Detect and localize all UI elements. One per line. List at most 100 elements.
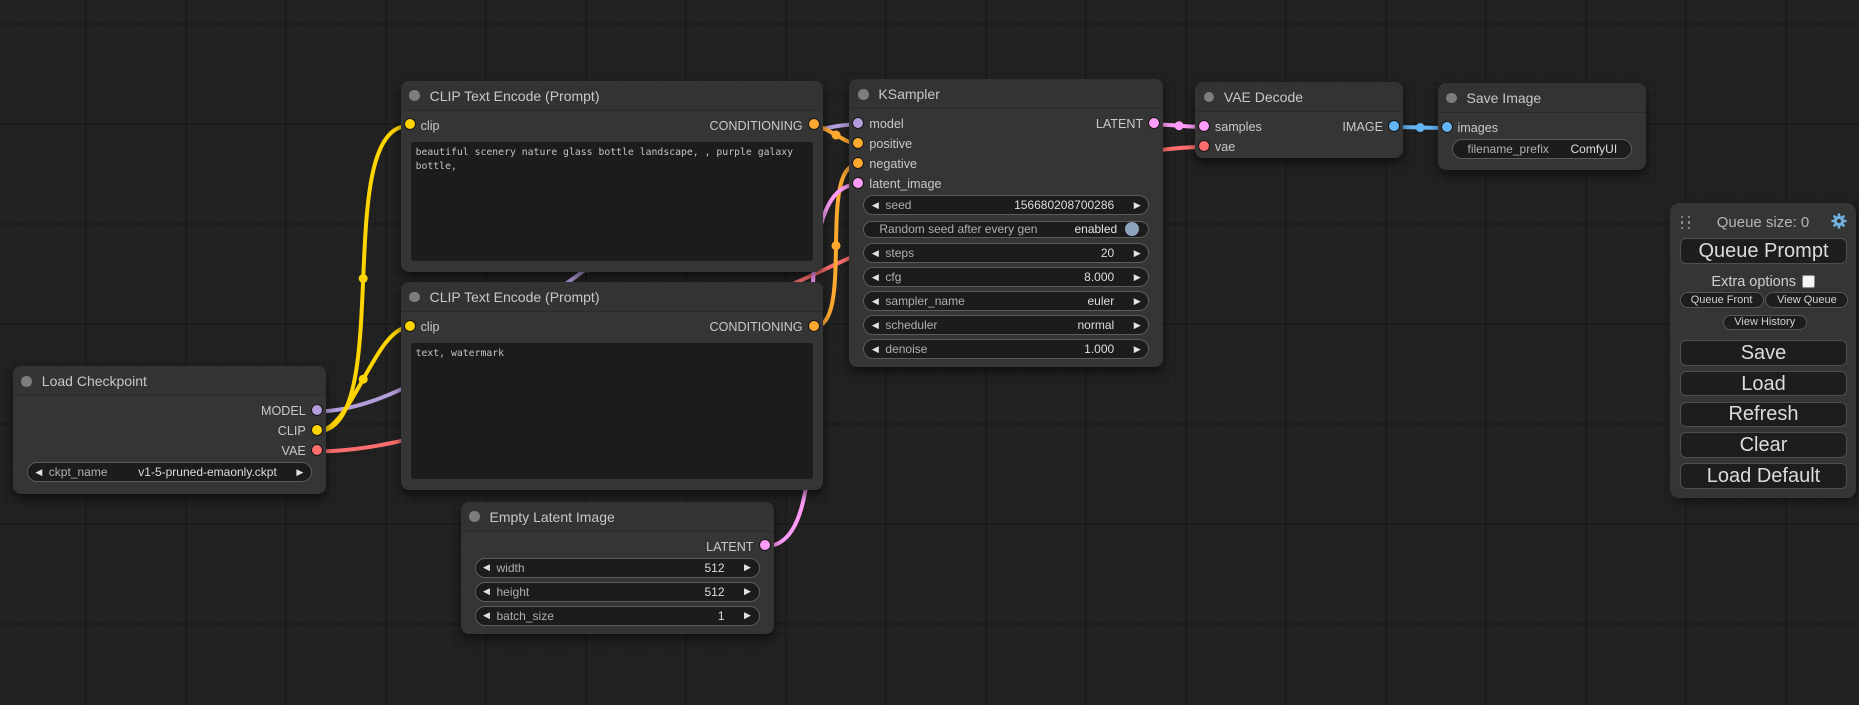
refresh-button[interactable]: Refresh: [1680, 402, 1847, 428]
increment-arrow-icon[interactable]: ▶: [742, 559, 754, 577]
node-empty-latent-image[interactable]: Empty Latent Image LATENT◀width512▶ ◀heigh…: [461, 502, 774, 635]
input-slot-label: negative: [869, 154, 917, 174]
node-clip-text-encode-negative[interactable]: CLIP Text Encode (Prompt)clipCONDITIONIN…: [401, 282, 823, 490]
widget-name: ckpt_name: [49, 463, 108, 481]
node-title-bar: Empty Latent Image: [461, 502, 774, 532]
view-queue-button[interactable]: View Queue: [1765, 292, 1848, 308]
output-port-LATENT[interactable]: [1148, 117, 1160, 129]
output-port-CLIP[interactable]: [311, 424, 323, 436]
output-port-IMAGE[interactable]: [1388, 120, 1400, 132]
output-slot-CONDITIONING: CONDITIONING: [401, 116, 823, 136]
node-collapse-dot[interactable]: [21, 376, 32, 387]
widget-random-seed-after-every-gen[interactable]: Random seed after every genenabled: [863, 221, 1149, 238]
node-load-checkpoint[interactable]: Load CheckpointMODELCLIPVAE◀ckpt_namev1-…: [13, 366, 326, 494]
widget-cfg[interactable]: ◀cfg8.000▶: [863, 267, 1149, 287]
increment-arrow-icon[interactable]: ▶: [1131, 196, 1143, 214]
node-title-bar: CLIP Text Encode (Prompt): [401, 81, 823, 111]
decrement-arrow-icon[interactable]: ◀: [869, 244, 881, 262]
node-collapse-dot[interactable]: [1446, 93, 1457, 104]
link-center-dot: [1416, 123, 1425, 132]
decrement-arrow-icon[interactable]: ◀: [869, 196, 881, 214]
decrement-arrow-icon[interactable]: ◀: [869, 316, 881, 334]
widget-scheduler[interactable]: ◀schedulernormal▶: [863, 315, 1149, 335]
increment-arrow-icon[interactable]: ▶: [742, 583, 754, 601]
input-port-positive[interactable]: [852, 137, 864, 149]
increment-arrow-icon[interactable]: ▶: [294, 463, 306, 481]
node-collapse-dot[interactable]: [858, 89, 869, 100]
node-title-bar: VAE Decode: [1195, 82, 1403, 112]
widget-batch_size[interactable]: ◀batch_size1▶: [475, 606, 760, 626]
decrement-arrow-icon[interactable]: ◀: [481, 607, 493, 625]
widget-name: sampler_name: [885, 292, 964, 310]
node-ksampler[interactable]: KSamplermodelpositivenegativelatent_imag…: [849, 79, 1163, 367]
node-save-image[interactable]: Save Imageimagesfilename_prefixComfyUI: [1438, 83, 1647, 170]
settings-gear-icon[interactable]: [1831, 213, 1847, 229]
widget-height[interactable]: ◀height512▶: [475, 582, 760, 602]
clear-button[interactable]: Clear: [1680, 432, 1847, 458]
output-slot-label: LATENT: [706, 537, 753, 557]
widget-value: 1.000: [1084, 340, 1114, 358]
widget-denoise[interactable]: ◀denoise1.000▶: [863, 339, 1149, 359]
decrement-arrow-icon[interactable]: ◀: [33, 463, 45, 481]
queue-prompt-button[interactable]: Queue Prompt: [1680, 238, 1847, 265]
extra-options-checkbox[interactable]: [1802, 275, 1815, 288]
output-slot-label: VAE: [282, 441, 306, 461]
output-port-LATENT[interactable]: [759, 539, 771, 551]
output-port-CONDITIONING[interactable]: [808, 320, 820, 332]
input-port-vae[interactable]: [1198, 140, 1210, 152]
widget-value: ComfyUI: [1571, 140, 1618, 158]
output-slot-label: CONDITIONING: [710, 116, 803, 136]
output-port-VAE[interactable]: [311, 444, 323, 456]
save-button[interactable]: Save: [1680, 340, 1847, 366]
node-vae-decode[interactable]: VAE DecodesamplesvaeIMAGE: [1195, 82, 1403, 158]
widget-sampler_name[interactable]: ◀sampler_nameeuler▶: [863, 291, 1149, 311]
widget-width[interactable]: ◀width512▶: [475, 558, 760, 578]
increment-arrow-icon[interactable]: ▶: [1131, 340, 1143, 358]
widget-name: filename_prefix: [1468, 140, 1549, 158]
decrement-arrow-icon[interactable]: ◀: [481, 583, 493, 601]
widget-steps[interactable]: ◀steps20▶: [863, 243, 1149, 263]
toggle-indicator[interactable]: [1125, 222, 1139, 236]
node-title: Save Image: [1467, 83, 1542, 113]
node-title-bar: Load Checkpoint: [13, 366, 326, 396]
queue-front-button[interactable]: Queue Front: [1680, 292, 1764, 308]
prompt-textarea[interactable]: text, watermark: [411, 343, 813, 479]
increment-arrow-icon[interactable]: ▶: [1131, 292, 1143, 310]
input-port-latent_image[interactable]: [852, 177, 864, 189]
decrement-arrow-icon[interactable]: ◀: [869, 292, 881, 310]
node-title: CLIP Text Encode (Prompt): [430, 81, 600, 111]
widget-seed[interactable]: ◀seed156680208700286▶: [863, 195, 1149, 215]
link-center-dot: [832, 131, 841, 140]
link-center-dot: [1175, 121, 1184, 130]
output-slot-CONDITIONING: CONDITIONING: [401, 317, 823, 337]
output-slot-label: LATENT: [1096, 114, 1143, 134]
node-collapse-dot[interactable]: [409, 292, 420, 303]
node-collapse-dot[interactable]: [469, 511, 480, 522]
node-clip-text-encode-positive[interactable]: CLIP Text Encode (Prompt)clipCONDITIONIN…: [401, 81, 823, 272]
widget-name: Random seed after every gen: [879, 222, 1037, 237]
node-collapse-dot[interactable]: [409, 90, 420, 101]
load-button[interactable]: Load: [1680, 371, 1847, 397]
increment-arrow-icon[interactable]: ▶: [1131, 316, 1143, 334]
increment-arrow-icon[interactable]: ▶: [1131, 244, 1143, 262]
output-slot-IMAGE: IMAGE: [1195, 117, 1403, 137]
input-port-images[interactable]: [1441, 121, 1453, 133]
link-center-dot: [359, 375, 368, 384]
view-history-button[interactable]: View History: [1723, 315, 1808, 330]
widget-filename_prefix[interactable]: filename_prefix ComfyUI: [1452, 139, 1633, 159]
output-slot-LATENT: LATENT: [461, 537, 774, 557]
decrement-arrow-icon[interactable]: ◀: [869, 340, 881, 358]
output-port-MODEL[interactable]: [311, 404, 323, 416]
output-port-CONDITIONING[interactable]: [808, 118, 820, 130]
input-slot-negative: negative: [849, 154, 1163, 174]
input-slot-label: latent_image: [869, 174, 941, 194]
increment-arrow-icon[interactable]: ▶: [1131, 268, 1143, 286]
decrement-arrow-icon[interactable]: ◀: [869, 268, 881, 286]
node-collapse-dot[interactable]: [1204, 92, 1215, 103]
increment-arrow-icon[interactable]: ▶: [742, 607, 754, 625]
load-default-button[interactable]: Load Default: [1680, 463, 1847, 489]
widget-ckpt_name[interactable]: ◀ckpt_namev1-5-pruned-emaonly.ckpt▶: [27, 462, 312, 482]
input-port-negative[interactable]: [852, 157, 864, 169]
prompt-textarea[interactable]: beautiful scenery nature glass bottle la…: [411, 142, 813, 261]
decrement-arrow-icon[interactable]: ◀: [481, 559, 493, 577]
